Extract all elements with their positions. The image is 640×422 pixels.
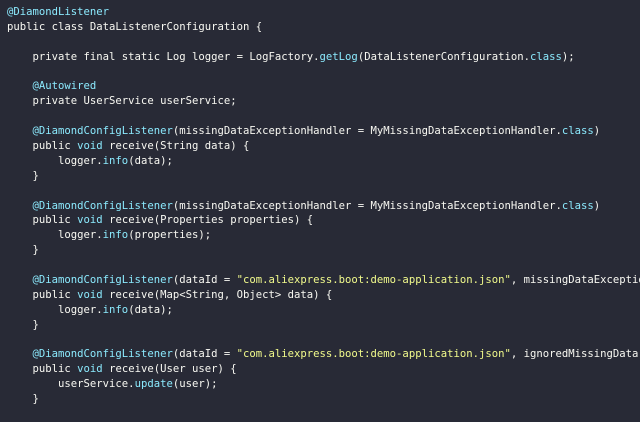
code-token: { <box>249 20 263 33</box>
code-line: @DiamondConfigListener(missingDataExcept… <box>7 199 640 214</box>
code-token: @DiamondConfigListener <box>7 274 173 287</box>
code-editor[interactable]: @DiamondListener public class DataListene… <box>7 5 640 407</box>
code-line: } <box>7 318 640 333</box>
code-token: @DiamondConfigListener <box>7 199 173 212</box>
code-token: (data); <box>128 154 173 167</box>
code-token: class <box>561 199 594 212</box>
code-token: (DataListenerConfiguration. <box>357 50 531 63</box>
code-token: (data); <box>128 303 173 316</box>
code-token: public class <box>7 20 90 33</box>
code-line: @DiamondConfigListener(dataId = "com.ali… <box>7 347 640 362</box>
code-token: (properties); <box>128 229 212 242</box>
code-token: getLog <box>319 50 358 63</box>
code-token: void <box>77 288 110 301</box>
code-line: private final static Log logger = LogFac… <box>7 50 640 65</box>
code-line: @DiamondListener <box>7 5 640 20</box>
code-line: logger.info(data); <box>7 303 640 318</box>
code-token: public <box>7 288 78 301</box>
code-token: void <box>77 214 110 227</box>
code-line: } <box>7 392 640 407</box>
code-token: "com.aliexpress.boot:demo-application.js… <box>236 274 511 287</box>
code-line: userService.update(user); <box>7 377 640 392</box>
code-token: logger. <box>7 154 103 167</box>
code-token: @DiamondConfigListener <box>7 125 173 138</box>
code-line: } <box>7 169 640 184</box>
code-line: public class DataListenerConfiguration { <box>7 20 640 35</box>
code-token: info <box>102 154 129 167</box>
code-line: public void receive(String data) { <box>7 139 640 154</box>
code-token: public <box>7 214 78 227</box>
code-token: receive(Map<String, Object> data) { <box>109 288 333 301</box>
code-token: receive(User user) { <box>109 363 237 376</box>
code-token: logger. <box>7 229 103 242</box>
code-token: update <box>134 378 173 391</box>
code-token: , ignoredMissingData = true, <box>510 348 639 361</box>
code-token: receive(Properties properties) { <box>109 214 314 227</box>
code-token: (user); <box>172 378 218 391</box>
code-token: ) <box>593 199 601 212</box>
code-token: info <box>102 303 129 316</box>
code-token: private UserService userService; <box>7 95 237 108</box>
code-token: (dataId = <box>172 348 237 361</box>
code-line: public void receive(User user) { <box>7 362 640 377</box>
code-token: userService. <box>7 378 135 391</box>
code-token: public <box>7 363 78 376</box>
code-token: "com.aliexpress.boot:demo-application.js… <box>236 348 511 361</box>
code-token: private final static Log logger = LogFac… <box>7 50 320 63</box>
code-line: public void receive(Map<String, Object> … <box>7 288 640 303</box>
code-token: public <box>7 140 78 153</box>
code-token: @DiamondListener <box>7 6 110 18</box>
code-line: } <box>7 243 640 258</box>
code-line: @Autowired <box>7 79 640 94</box>
code-token: @Autowired <box>7 80 97 93</box>
code-token: class <box>561 125 594 138</box>
code-token: } <box>7 318 39 331</box>
code-line: logger.info(properties); <box>7 228 640 243</box>
code-token: } <box>7 169 39 182</box>
code-token: (missingDataExceptionHandler = MyMissing… <box>172 125 562 138</box>
code-token: receive(String data) { <box>109 140 250 153</box>
code-token: } <box>7 393 39 406</box>
code-token: ) <box>593 125 601 138</box>
code-line: public void receive(Properties propertie… <box>7 213 640 228</box>
code-token: class <box>530 50 562 63</box>
code-line: @DiamondConfigListener(missingDataExcept… <box>7 124 640 139</box>
code-token: info <box>102 229 129 242</box>
code-line: logger.info(data); <box>7 154 640 169</box>
code-line: private UserService userService; <box>7 94 640 109</box>
code-token: void <box>77 363 110 376</box>
code-token: ); <box>561 50 575 63</box>
code-token: (dataId = <box>172 274 237 287</box>
code-token: logger. <box>7 303 103 316</box>
code-token: } <box>7 244 39 257</box>
code-token: (missingDataExceptionHandler = MyMissing… <box>172 199 562 212</box>
code-line: @DiamondConfigListener(dataId = "com.ali… <box>7 273 640 288</box>
code-token: DataListenerConfiguration <box>89 20 250 33</box>
code-token: , missingDataExceptionHandler <box>510 274 640 287</box>
code-token: @DiamondConfigListener <box>7 348 173 361</box>
code-token: void <box>77 140 110 153</box>
